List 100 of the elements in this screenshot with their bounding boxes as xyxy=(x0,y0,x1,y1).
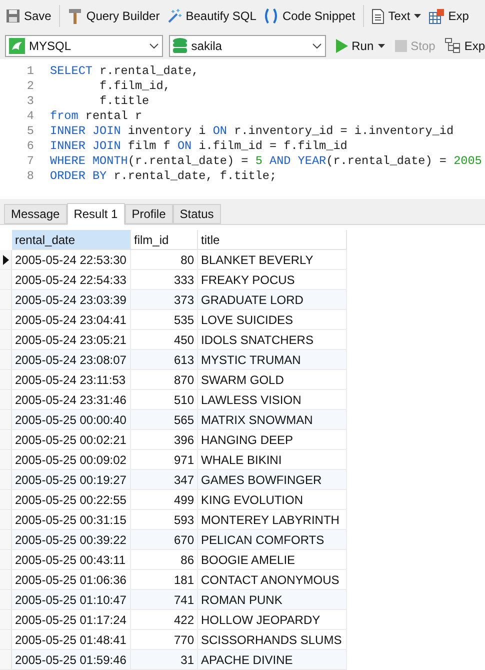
toolbar-button[interactable]: Code Snippet xyxy=(264,7,356,26)
diagram-icon xyxy=(445,38,460,54)
table-cell: CONTACT ANONYMOUS xyxy=(198,570,347,589)
table-cell: 741 xyxy=(131,590,198,609)
play-icon xyxy=(336,38,348,53)
table-cell: 2005-05-24 23:05:21 xyxy=(12,330,131,349)
table-cell: MYSTIC TRUMAN xyxy=(198,350,347,369)
hammer-icon xyxy=(68,8,82,24)
table-cell: 80 xyxy=(131,250,198,269)
chevron-down-icon xyxy=(312,42,322,49)
table-cell: 613 xyxy=(131,350,198,369)
toolbar-button[interactable]: Query Builder xyxy=(68,7,160,26)
table-cell: 2005-05-24 23:31:46 xyxy=(12,390,131,409)
toolbar-button[interactable]: Exp xyxy=(445,36,485,55)
table-cell: 373 xyxy=(131,290,198,309)
code-line: WHERE MONTH(r.rental_date) = 5 AND YEAR(r.rental_date) = 2005 xyxy=(50,154,482,169)
line-number: 8 xyxy=(26,168,34,184)
table-cell: HANGING DEEP xyxy=(198,430,347,449)
table-cell: WHALE BIKINI xyxy=(198,450,347,469)
code-line: f.film_id, xyxy=(98,78,170,94)
table-cell: MONTEREY LABYRINTH xyxy=(198,510,347,529)
table-cell: 770 xyxy=(131,630,198,649)
table-cell: KING EVOLUTION xyxy=(198,490,347,509)
table-cell: IDOLS SNATCHERS xyxy=(198,330,347,349)
database-dropdown[interactable]: sakila xyxy=(169,34,326,57)
table-cell: 450 xyxy=(131,330,198,349)
current-row-icon xyxy=(2,254,8,264)
table-cell: 2005-05-25 01:10:47 xyxy=(12,590,131,609)
table-cell: 2005-05-25 00:19:27 xyxy=(12,470,131,489)
table-cell: 2005-05-25 01:48:41 xyxy=(12,630,131,649)
line-number: 2 xyxy=(26,78,34,94)
column-header[interactable]: rental_date xyxy=(12,230,131,249)
table-cell: SCISSORHANDS SLUMS xyxy=(198,630,347,649)
table-cell: MATRIX SNOWMAN xyxy=(198,410,347,429)
caret-icon xyxy=(378,44,385,48)
table-cell: 2005-05-25 00:09:02 xyxy=(12,450,131,469)
row-indicator[interactable] xyxy=(0,250,12,269)
table-cell: 593 xyxy=(131,510,198,529)
result-tab[interactable]: Result 1 xyxy=(66,203,125,225)
toolbar-button[interactable]: Save xyxy=(6,7,52,26)
toolbar-button[interactable]: Exp xyxy=(429,7,469,26)
toolbar-button[interactable]: Run xyxy=(336,36,385,55)
result-tab[interactable]: Profile xyxy=(124,204,173,224)
table-cell: 2005-05-25 00:39:22 xyxy=(12,530,131,549)
table-cell: 2005-05-24 23:03:39 xyxy=(12,290,131,309)
table-cell: 422 xyxy=(131,610,198,629)
table-cell: BLANKET BEVERLY xyxy=(198,250,347,269)
connection-dropdown[interactable]: MYSQL xyxy=(5,34,164,57)
table-cell: 2005-05-24 23:04:41 xyxy=(12,310,131,329)
result-tab[interactable]: Message xyxy=(4,204,67,224)
table-cell: 499 xyxy=(131,490,198,509)
table-cell: FREAKY POCUS xyxy=(198,270,347,289)
table-cell: 2005-05-25 01:17:24 xyxy=(12,610,131,629)
parentheses-icon xyxy=(264,8,278,24)
table-cell: LOVE SUICIDES xyxy=(198,310,347,329)
table-cell: 2005-05-24 22:54:33 xyxy=(12,270,131,289)
table-cell: 333 xyxy=(131,270,198,289)
table-cell: 347 xyxy=(131,470,198,489)
table-cell: 2005-05-24 23:08:07 xyxy=(12,350,131,369)
magic-wand-icon xyxy=(168,9,182,24)
code-line: INNER JOIN film f ON i.film_id = f.film_id xyxy=(50,138,348,154)
table-cell: 2005-05-24 22:53:30 xyxy=(12,250,131,269)
table-cell: 2005-05-25 00:22:55 xyxy=(12,490,131,509)
table-cell: 2005-05-25 00:02:21 xyxy=(12,430,131,449)
table-cell: 535 xyxy=(131,310,198,329)
table-cell: SWARM GOLD xyxy=(198,370,347,389)
document-icon xyxy=(372,8,384,24)
database-icon xyxy=(173,38,188,54)
column-header[interactable]: title xyxy=(198,230,347,249)
table-cell: 2005-05-25 01:59:46 xyxy=(12,650,131,669)
table-cell: 2005-05-25 01:06:36 xyxy=(12,570,131,589)
table-cell: PELICAN COMFORTS xyxy=(198,530,347,549)
toolbar-button[interactable]: Beautify SQL xyxy=(168,7,256,26)
result-tab[interactable]: Status xyxy=(172,204,221,224)
table-cell: 2005-05-25 00:43:11 xyxy=(12,550,131,569)
code-line: from rental r xyxy=(50,108,142,124)
line-number: 7 xyxy=(26,154,34,169)
table-cell: 2005-05-25 00:00:40 xyxy=(12,410,131,429)
table-cell: LAWLESS VISION xyxy=(198,390,347,409)
table-cell: 396 xyxy=(131,430,198,449)
table-cell: GRADUATE LORD xyxy=(198,290,347,309)
table-cell: GAMES BOWFINGER xyxy=(198,470,347,489)
table-cell: 670 xyxy=(131,530,198,549)
table-cell: 510 xyxy=(131,390,198,409)
table-cell: 181 xyxy=(131,570,198,589)
caret-icon xyxy=(414,14,422,18)
code-line: f.title xyxy=(98,94,150,109)
table-cell: HOLLOW JEOPARDY xyxy=(198,610,347,629)
line-number: 6 xyxy=(26,138,34,154)
table-cell: 31 xyxy=(131,650,198,669)
table-cell: 2005-05-25 00:31:15 xyxy=(12,510,131,529)
code-line: INNER JOIN inventory i ON r.inventory_id = i.inventory_id xyxy=(50,124,454,139)
table-cell: 971 xyxy=(131,450,198,469)
column-header[interactable]: film_id xyxy=(131,230,198,249)
line-number: 4 xyxy=(26,108,34,124)
table-cell: 2005-05-24 23:11:53 xyxy=(12,370,131,389)
stop-icon xyxy=(394,40,407,52)
line-number: 5 xyxy=(26,124,34,139)
table-cell: ROMAN PUNK xyxy=(198,590,347,609)
toolbar-button[interactable]: Text xyxy=(372,7,422,26)
